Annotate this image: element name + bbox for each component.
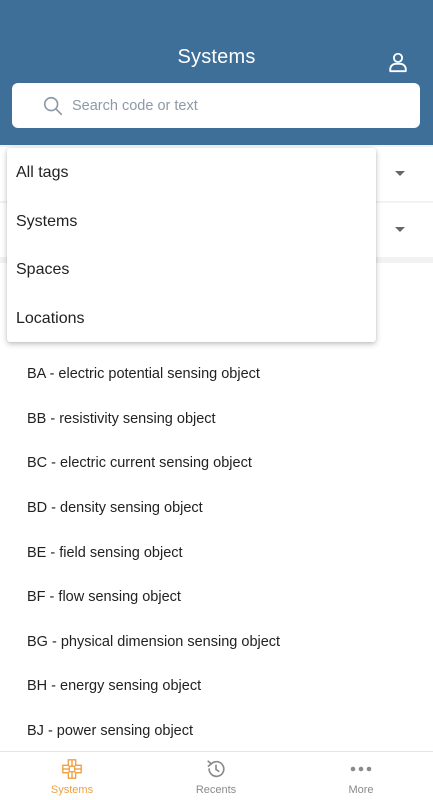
- caret-down-icon: [395, 171, 405, 176]
- user-icon: [389, 52, 407, 73]
- list-item[interactable]: BB - resistivity sensing object: [0, 397, 433, 442]
- list-item[interactable]: BJ - power sensing object: [0, 709, 433, 754]
- caret-down-icon: [395, 227, 405, 232]
- search-box[interactable]: [12, 83, 420, 128]
- search-icon: [43, 96, 63, 116]
- nav-tab-more[interactable]: More: [289, 752, 433, 800]
- page-title: Systems: [177, 46, 256, 68]
- list-item[interactable]: BE - field sensing object: [0, 530, 433, 575]
- systems-icon: [62, 759, 82, 779]
- app-header: Systems: [0, 0, 433, 145]
- user-profile-button[interactable]: [384, 48, 412, 76]
- dropdown-option-spaces[interactable]: Spaces: [7, 246, 376, 295]
- tag-type-dropdown-menu: All tags Systems Spaces Locations: [7, 148, 376, 342]
- history-icon: [207, 760, 225, 778]
- nav-label: Recents: [195, 784, 237, 796]
- bottom-navigation: Systems Recents More: [0, 751, 433, 800]
- more-dots-icon: [350, 766, 372, 772]
- list-item[interactable]: BH - energy sensing object: [0, 664, 433, 709]
- dropdown-option-all-tags[interactable]: All tags: [7, 149, 376, 198]
- dropdown-option-systems[interactable]: Systems: [7, 198, 376, 247]
- results-list: BA - electric potential sensing object B…: [0, 352, 433, 753]
- nav-label: Systems: [50, 784, 94, 796]
- list-item[interactable]: BA - electric potential sensing object: [0, 352, 433, 397]
- list-item[interactable]: BD - density sensing object: [0, 486, 433, 531]
- nav-tab-recents[interactable]: Recents: [144, 752, 288, 800]
- list-item[interactable]: BC - electric current sensing object: [0, 441, 433, 486]
- list-item[interactable]: BG - physical dimension sensing object: [0, 620, 433, 665]
- list-item[interactable]: BF - flow sensing object: [0, 575, 433, 620]
- dropdown-option-locations[interactable]: Locations: [7, 295, 376, 344]
- nav-label: More: [348, 784, 374, 796]
- search-input[interactable]: [72, 83, 412, 128]
- nav-tab-systems[interactable]: Systems: [0, 752, 144, 800]
